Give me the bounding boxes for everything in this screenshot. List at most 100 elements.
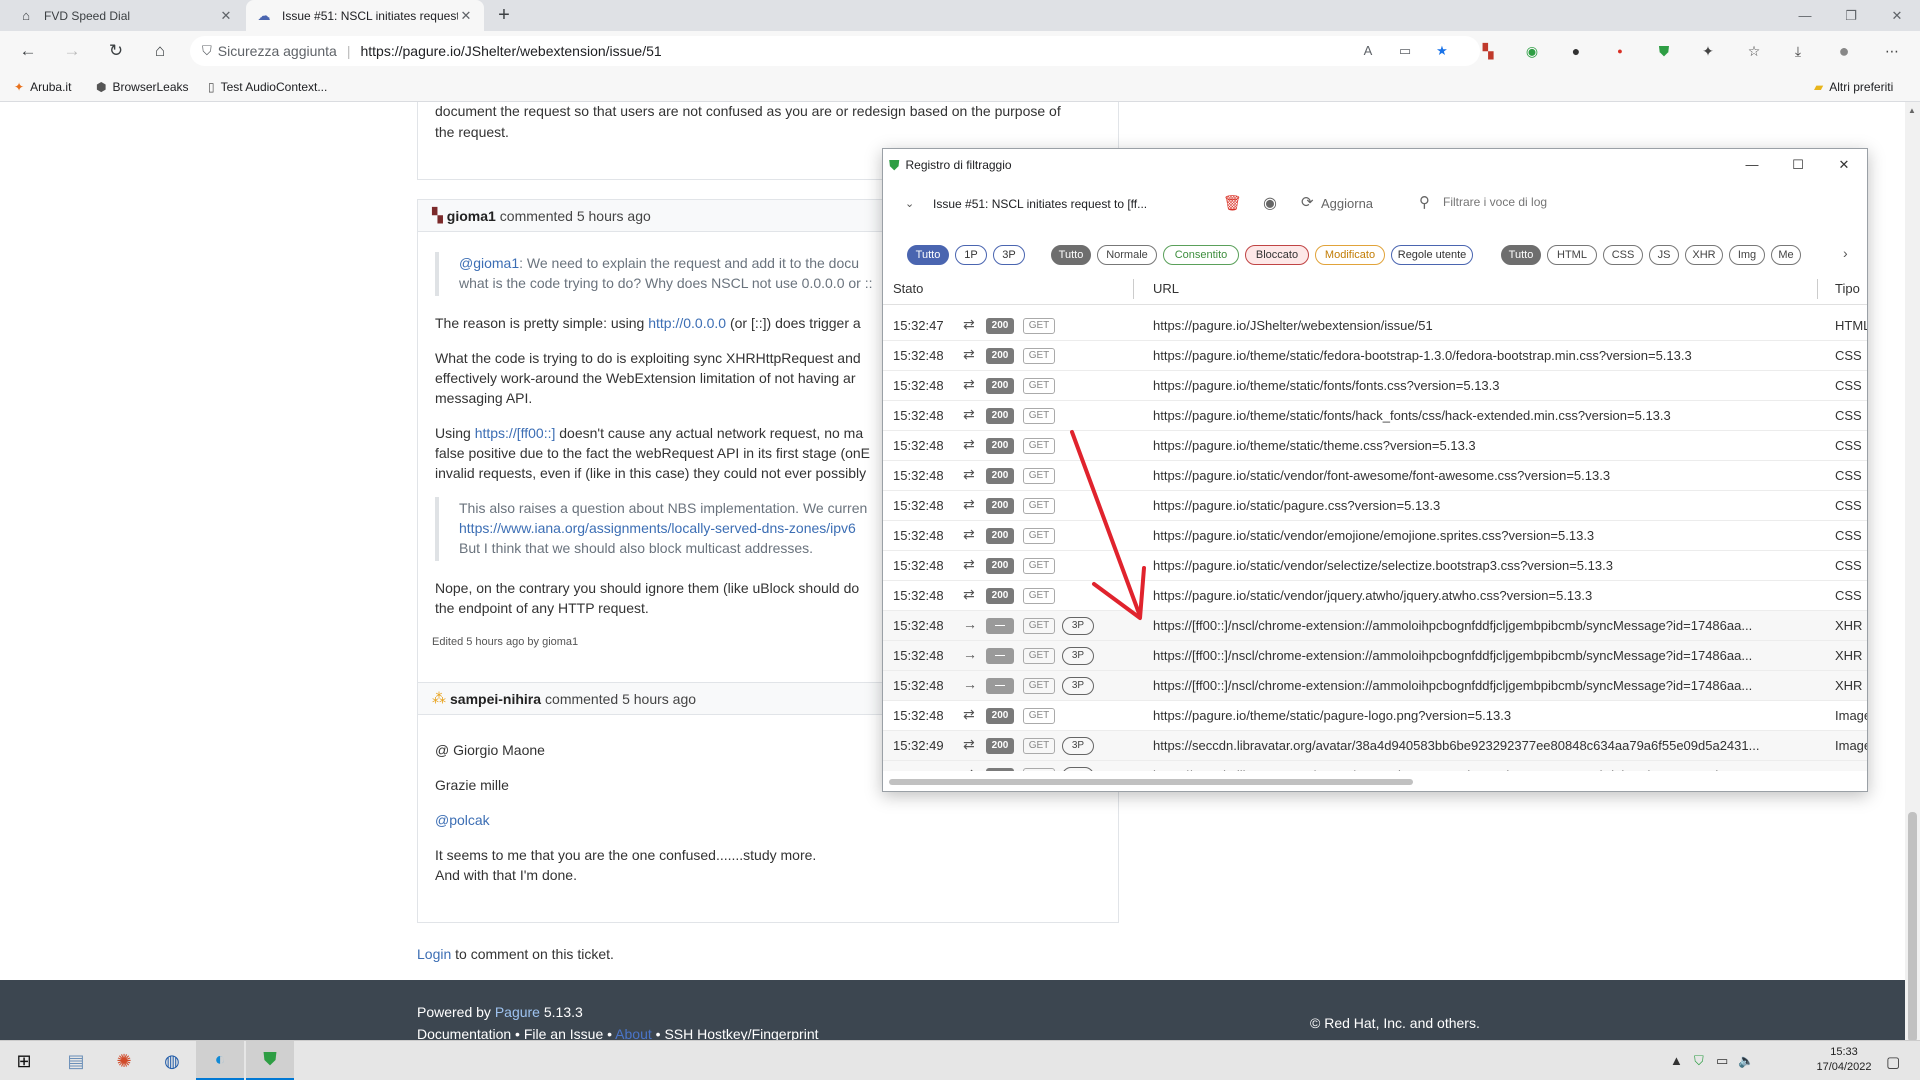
home-icon[interactable]: ⌂ [146, 37, 174, 65]
close-icon[interactable]: ✕ [458, 8, 474, 24]
minimize-icon[interactable]: — [1782, 0, 1828, 31]
chevron-right-icon[interactable]: › [1843, 245, 1848, 261]
log-row[interactable]: 15:32:48 ⇄ 200 GET https://pagure.io/static/… [883, 581, 1867, 611]
notification-icon[interactable]: ▢ [1886, 1053, 1900, 1071]
scroll-thumb[interactable] [1908, 812, 1917, 1042]
favorites-icon[interactable]: ☆ [1744, 41, 1764, 61]
log-row[interactable]: 15:32:49 ⇄ 200 GET 3P https://seccdn.libravat… [883, 731, 1867, 761]
star-icon[interactable]: ★ [1432, 43, 1452, 59]
read-aloud-icon[interactable]: A [1358, 43, 1378, 59]
taskbar-clock[interactable]: 15:33 17/04/2022 [1812, 1045, 1876, 1075]
chip-media[interactable]: Me [1771, 245, 1801, 265]
extension-bubbles-icon[interactable]: ● [1566, 41, 1586, 61]
tools-icon[interactable]: ✺ [100, 1041, 148, 1080]
tab-selector[interactable]: Issue #51: NSCL initiates request to [ff… [933, 197, 1147, 211]
page-scrollbar[interactable]: ▲ ▼ [1905, 102, 1920, 1058]
log-row[interactable]: 15:32:49 ⇄ 200 GET 3P https://seccdn.libravat… [883, 761, 1867, 771]
column-divider[interactable] [1817, 279, 1818, 299]
chip-html[interactable]: HTML [1547, 245, 1597, 265]
mention-link[interactable]: @polcak [435, 810, 490, 830]
column-status[interactable]: Stato [893, 281, 923, 296]
bookmark-audiocontext[interactable]: ▯ Test AudioContext... [208, 71, 327, 102]
reload-icon[interactable]: ↻ [102, 37, 130, 65]
log-row[interactable]: 15:32:48 → — GET 3P https://[ff00::]/nscl/chr… [883, 611, 1867, 641]
bookmark-browserleaks[interactable]: ⬢ BrowserLeaks [96, 71, 189, 102]
restore-icon[interactable]: ❐ [1828, 0, 1874, 31]
extension-flag-icon[interactable]: ▚ [1478, 41, 1498, 61]
download-icon[interactable]: ⤓ [1788, 41, 1808, 61]
url-text[interactable]: https://pagure.io/JShelter/webextension/… [360, 43, 661, 59]
filter-input[interactable] [1443, 191, 1743, 213]
tray-icon[interactable]: ▲ [1670, 1053, 1683, 1068]
tab-issue-51[interactable]: ☁ Issue #51: NSCL initiates request ✕ [246, 0, 484, 31]
trash-icon[interactable]: 🗑 [1223, 194, 1242, 212]
security-tray-icon[interactable]: ⛉ [1694, 1053, 1704, 1069]
pagure-link[interactable]: Pagure [495, 1004, 540, 1020]
log-row[interactable]: 15:32:48 ⇄ 200 GET https://pagure.io/static/… [883, 491, 1867, 521]
scroll-up-icon[interactable]: ▲ [1908, 106, 1916, 115]
close-icon[interactable]: ✕ [218, 8, 234, 24]
chip-xhr[interactable]: XHR [1685, 245, 1723, 265]
column-type[interactable]: Tipo [1835, 281, 1860, 296]
back-icon[interactable]: ← [14, 37, 42, 65]
minimize-icon[interactable]: — [1729, 149, 1775, 181]
log-row[interactable]: 15:32:48 ⇄ 200 GET https://pagure.io/static/… [883, 551, 1867, 581]
chip-type-all[interactable]: Tutto [1501, 245, 1541, 265]
close-icon[interactable]: ✕ [1821, 149, 1867, 181]
column-url[interactable]: URL [1153, 281, 1179, 296]
extension-circle-icon[interactable]: ◉ [1522, 41, 1542, 61]
log-row[interactable]: 15:32:48 ⇄ 200 GET https://pagure.io/theme/s… [883, 431, 1867, 461]
log-row[interactable]: 15:32:48 ⇄ 200 GET https://pagure.io/theme/s… [883, 371, 1867, 401]
log-row[interactable]: 15:32:47 ⇄ 200 GET https://pagure.io/JShelte… [883, 311, 1867, 341]
close-window-icon[interactable]: ✕ [1874, 0, 1920, 31]
puzzle-icon[interactable]: ✦ [1698, 41, 1718, 61]
refresh-icon[interactable]: ⟳ [1301, 193, 1314, 211]
bookmark-other-folder[interactable]: ▰ Altri preferiti [1814, 71, 1893, 102]
chip-user-rules[interactable]: Regole utente [1391, 245, 1473, 265]
chip-blocked[interactable]: Bloccato [1245, 245, 1309, 265]
horizontal-scrollbar[interactable] [885, 777, 1867, 787]
log-row[interactable]: 15:32:48 ⇄ 200 GET https://pagure.io/static/… [883, 521, 1867, 551]
edge-icon[interactable]: ◐ [196, 1041, 244, 1080]
new-tab-button[interactable]: + [492, 4, 516, 28]
avatar[interactable]: ● [1834, 41, 1854, 61]
comment-author[interactable]: gioma1 [447, 208, 496, 224]
tab-fvd-speed-dial[interactable]: ⌂ FVD Speed Dial ✕ [8, 0, 244, 31]
log-row[interactable]: 15:32:48 ⇄ 200 GET https://pagure.io/theme/s… [883, 341, 1867, 371]
column-divider[interactable] [1133, 279, 1134, 299]
chip-js[interactable]: JS [1649, 245, 1679, 265]
chip-css[interactable]: CSS [1603, 245, 1643, 265]
immersive-reader-icon[interactable]: ▭ [1395, 43, 1415, 59]
chip-modified[interactable]: Modificato [1315, 245, 1385, 265]
file-explorer-icon[interactable]: ▤ [52, 1041, 100, 1080]
jshelter-icon[interactable]: ⛊ [1654, 41, 1674, 61]
log-row[interactable]: 15:32:48 ⇄ 200 GET https://pagure.io/theme/s… [883, 701, 1867, 731]
more-icon[interactable]: ⋯ [1882, 41, 1902, 61]
log-row[interactable]: 15:32:48 → — GET 3P https://[ff00::]/nscl/chr… [883, 671, 1867, 701]
link[interactable]: https://www.iana.org/assignments/locally… [459, 518, 856, 538]
chip-normal[interactable]: Normale [1097, 245, 1157, 265]
volume-icon[interactable]: 🔈 [1738, 1053, 1754, 1069]
record-icon[interactable]: ◉ [1263, 193, 1277, 213]
chip-1p[interactable]: 1P [955, 245, 987, 265]
log-row[interactable]: 15:32:48 ⇄ 200 GET https://pagure.io/static/… [883, 461, 1867, 491]
chip-action-all[interactable]: Tutto [1051, 245, 1091, 265]
log-row[interactable]: 15:32:48 → — GET 3P https://[ff00::]/nscl/chr… [883, 641, 1867, 671]
link[interactable]: http://0.0.0.0 [648, 315, 726, 331]
chip-party-all[interactable]: Tutto [907, 245, 949, 265]
link[interactable]: https://[ff00::] [475, 425, 556, 441]
log-row[interactable]: 15:32:48 ⇄ 200 GET https://pagure.io/theme/s… [883, 401, 1867, 431]
forward-icon[interactable]: → [58, 37, 86, 65]
maximize-icon[interactable]: ☐ [1775, 149, 1821, 181]
comment-author[interactable]: sampei-nihira [450, 691, 541, 707]
chip-3p[interactable]: 3P [993, 245, 1025, 265]
mention-link[interactable]: @gioma1 [459, 255, 519, 271]
jshelter-taskbar-icon[interactable]: ⛊ [246, 1041, 294, 1080]
chevron-down-icon[interactable]: ⌄ [905, 197, 914, 210]
bookmark-aruba[interactable]: ✦ Aruba.it [14, 71, 71, 102]
scroll-thumb[interactable] [889, 779, 1413, 785]
refresh-button[interactable]: Aggiorna [1321, 196, 1373, 211]
app-icon[interactable]: ◍ [148, 1041, 196, 1080]
login-link[interactable]: Login [417, 946, 451, 962]
windows-start-icon[interactable]: ⊞ [0, 1041, 48, 1080]
